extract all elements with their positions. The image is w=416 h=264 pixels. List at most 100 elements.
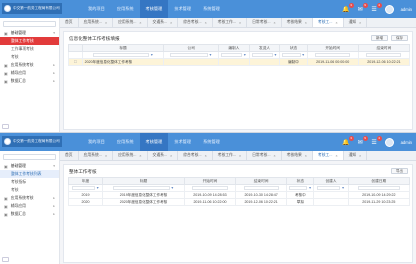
filter-icon[interactable]: ▼: [150, 53, 153, 57]
todo-icon[interactable]: ☰ 4: [371, 2, 382, 13]
tab-item[interactable]: 应用系统... ×: [113, 18, 148, 27]
sidebar-item-summary[interactable]: ▣ 数据汇总 ▸: [0, 77, 59, 85]
mail-icon[interactable]: ✉ 9: [357, 2, 368, 13]
sidebar-collapse-button[interactable]: [2, 124, 9, 129]
filter-cell[interactable]: ▼: [313, 184, 349, 192]
tab-item[interactable]: 考核结果 ×: [282, 18, 313, 27]
filter-cell[interactable]: ▼: [102, 184, 185, 192]
close-icon[interactable]: ×: [239, 154, 241, 158]
tab-item-active[interactable]: 考核工... ×: [312, 151, 344, 160]
close-icon[interactable]: ×: [105, 154, 107, 158]
export-button[interactable]: 导出: [391, 168, 408, 174]
column-header[interactable]: 状态: [286, 177, 315, 185]
close-icon[interactable]: ×: [305, 21, 307, 25]
sidebar-item-assessment[interactable]: 考核: [0, 186, 59, 194]
sidebar-item-app-assessment[interactable]: ▣ 应用系统考核 ▸: [0, 194, 59, 202]
column-header[interactable]: 开始时间: [183, 177, 237, 185]
sidebar-item-overall-assessment[interactable]: 整体工作考核: [0, 37, 59, 45]
filter-input[interactable]: [192, 186, 228, 191]
nav-item-projects[interactable]: 我的项目: [82, 0, 111, 18]
tab-item[interactable]: 考核工作... ×: [213, 151, 248, 160]
column-header[interactable]: 发送人: [248, 44, 281, 52]
filter-cell[interactable]: [183, 184, 237, 192]
todo-icon[interactable]: ☰ 4: [371, 135, 382, 146]
filter-cell[interactable]: [235, 184, 288, 192]
filter-cell[interactable]: ▼: [248, 51, 281, 59]
mail-icon[interactable]: ✉ 9: [357, 135, 368, 146]
sidebar-item-overall-list[interactable]: 整体工作考核列表: [0, 170, 59, 178]
column-header[interactable]: 开始时间: [306, 44, 359, 52]
bell-icon[interactable]: 🔔 3: [342, 2, 354, 13]
tab-item[interactable]: 应用系统... ×: [79, 151, 114, 160]
sidebar-item-basic[interactable]: ▣ 基础管理 ▾: [0, 162, 59, 170]
cell-title[interactable]: 2020年度信息化整体工作考核: [81, 58, 165, 66]
sidebar-collapse-button[interactable]: [2, 257, 9, 262]
filter-icon[interactable]: ▼: [341, 186, 344, 190]
column-header[interactable]: 结束时间: [357, 44, 411, 52]
column-header[interactable]: 结束时间: [235, 177, 288, 185]
nav-item-projects[interactable]: 我的项目: [82, 133, 111, 151]
filter-icon[interactable]: ▼: [96, 186, 99, 190]
nav-item-system[interactable]: 系统管理: [197, 133, 226, 151]
filter-input[interactable]: [251, 53, 273, 58]
save-button[interactable]: 保存: [391, 35, 408, 41]
nav-item-assessment[interactable]: 考核管理: [139, 0, 169, 18]
close-icon[interactable]: ×: [274, 21, 276, 25]
column-header[interactable]: 标题: [81, 44, 165, 52]
filter-icon[interactable]: ▼: [171, 186, 174, 190]
sidebar-item-task-assessment[interactable]: 工作事项考核: [0, 45, 59, 53]
table-row[interactable]: 2019 2019年度信息化整体工作考核 2019-10-09 14:28:53…: [67, 191, 411, 199]
cell-title[interactable]: 2019年度信息化整体工作考核: [102, 191, 185, 199]
sidebar-item-guide[interactable]: ▣ 辅导应用 ▸: [0, 202, 59, 210]
close-icon[interactable]: ×: [170, 154, 172, 158]
tab-item[interactable]: 日常考核... ×: [247, 151, 282, 160]
tab-item[interactable]: 日常考核... ×: [247, 18, 282, 27]
user-name[interactable]: admin: [401, 140, 412, 145]
row-checkbox[interactable]: ☐: [68, 58, 83, 66]
nav-item-system[interactable]: 系统管理: [197, 0, 226, 18]
close-icon[interactable]: ×: [239, 21, 241, 25]
table-row[interactable]: ☐ 2020年度信息化整体工作考核 编制中 2019-11-06 00:00:0…: [68, 58, 411, 66]
tab-item[interactable]: 交通系... ×: [148, 151, 179, 160]
bell-icon[interactable]: 🔔 3: [342, 135, 354, 146]
close-icon[interactable]: ×: [205, 21, 207, 25]
filter-input[interactable]: [71, 186, 95, 191]
close-icon[interactable]: ×: [205, 154, 207, 158]
column-header[interactable]: 标题: [102, 177, 185, 185]
column-header[interactable]: 状态: [279, 44, 308, 52]
table-row[interactable]: 2020 2020年度信息化整体工作考核 2019-11-06 10:22:00…: [67, 198, 411, 206]
filter-input[interactable]: [288, 186, 308, 191]
sidebar-item-app-assessment[interactable]: ▣ 应用系统考核 ▸: [0, 61, 59, 69]
filter-icon[interactable]: ▼: [209, 53, 212, 57]
filter-cell[interactable]: ▼: [286, 184, 315, 192]
filter-icon[interactable]: ▼: [243, 53, 246, 57]
column-header[interactable]: 创建人: [313, 177, 349, 185]
filter-input[interactable]: [315, 53, 351, 58]
tab-item[interactable]: 考核工作... ×: [213, 18, 248, 27]
cell-title[interactable]: 2020年度信息化整体工作考核: [102, 198, 185, 206]
column-header[interactable]: 编制人: [218, 44, 250, 52]
filter-icon[interactable]: ▼: [308, 186, 311, 190]
tab-home[interactable]: 首页: [60, 151, 79, 160]
nav-item-tech[interactable]: 技术管理: [168, 133, 197, 151]
sidebar-item-basic[interactable]: ▣ 基础管理 ▾: [0, 29, 59, 37]
filter-input[interactable]: [221, 53, 243, 58]
sidebar-item-indicators[interactable]: 考核指标: [0, 178, 59, 186]
sidebar-search-input[interactable]: [3, 21, 56, 27]
user-name[interactable]: admin: [401, 7, 412, 12]
sidebar-search-input[interactable]: [3, 154, 56, 160]
filter-cell[interactable]: ▼: [163, 51, 220, 59]
filter-cell[interactable]: [357, 51, 411, 59]
close-icon[interactable]: ×: [359, 154, 361, 158]
avatar[interactable]: [384, 4, 394, 14]
close-icon[interactable]: ×: [139, 21, 141, 25]
column-header[interactable]: 创建日期: [347, 177, 411, 185]
avatar[interactable]: [384, 137, 394, 147]
column-header[interactable]: 公司: [163, 44, 220, 52]
close-icon[interactable]: ×: [335, 21, 337, 25]
tab-item-active[interactable]: 考核工... ×: [312, 18, 344, 27]
close-icon[interactable]: ×: [335, 154, 337, 158]
close-icon[interactable]: ×: [359, 21, 361, 25]
filter-cell[interactable]: ▼: [279, 51, 308, 59]
tab-item[interactable]: 通知 ×: [344, 151, 368, 160]
